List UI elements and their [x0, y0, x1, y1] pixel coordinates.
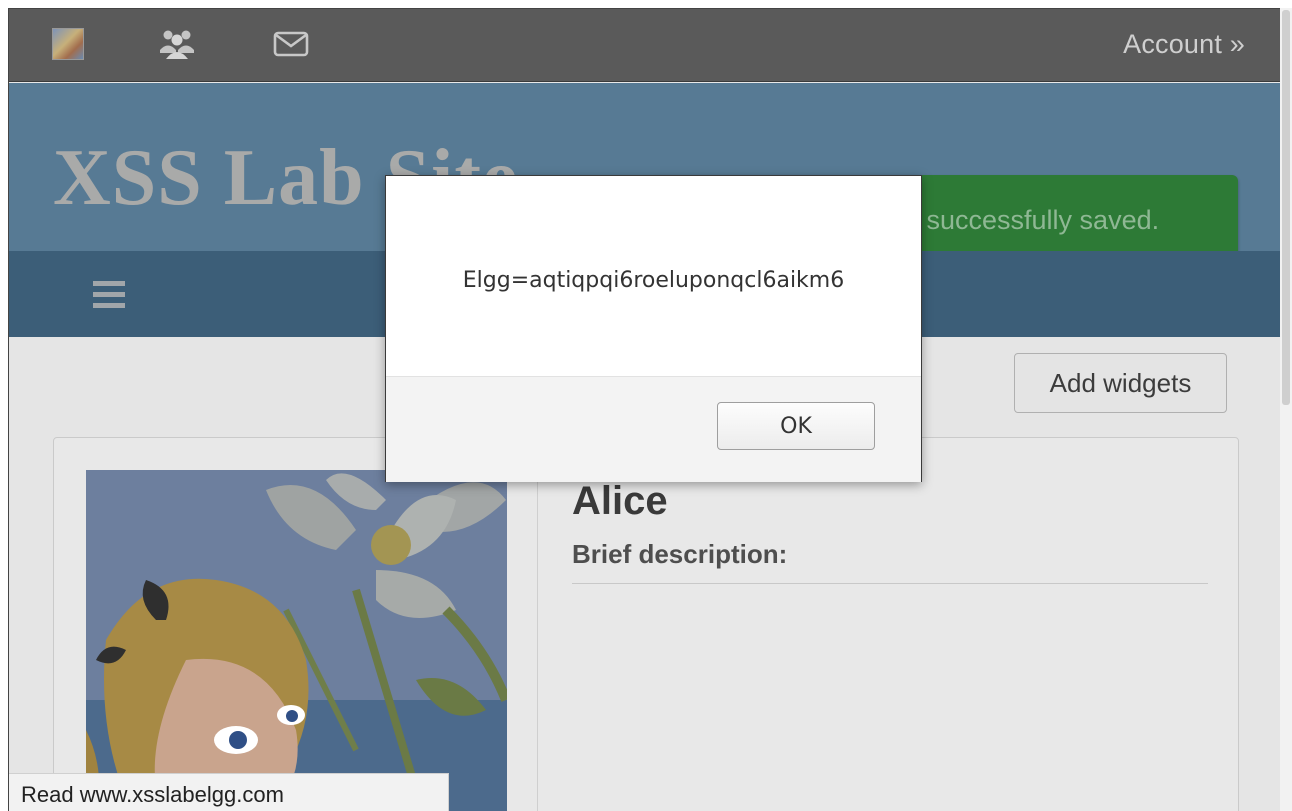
profile-photo[interactable] [86, 470, 507, 811]
scrollbar-thumb[interactable] [1282, 10, 1290, 405]
scrollbar[interactable] [1280, 8, 1292, 811]
friends-icon[interactable] [159, 27, 195, 61]
hamburger-icon[interactable] [93, 281, 127, 309]
status-text: Read www.xsslabelgg.com [21, 782, 284, 807]
profile-name[interactable]: Alice [572, 479, 668, 524]
divider [572, 583, 1208, 584]
envelope-icon[interactable] [271, 27, 311, 61]
user-avatar-icon[interactable] [51, 27, 85, 61]
alert-message: Elgg=aqtiqpqi6roeluponqcl6aikm6 [462, 268, 845, 293]
alert-footer: OK [386, 376, 921, 482]
ok-button[interactable]: OK [717, 402, 875, 450]
top-bar: Account » [9, 9, 1280, 82]
alert-dialog: Elgg=aqtiqpqi6roeluponqcl6aikm6 OK [385, 175, 922, 482]
brief-description-label: Brief description: [572, 539, 788, 569]
account-link[interactable]: Account » [1123, 29, 1245, 60]
add-widgets-button[interactable]: Add widgets [1014, 353, 1227, 413]
browser-viewport: Account » XSS Lab Site Your profile was … [8, 8, 1280, 811]
status-bar: Read www.xsslabelgg.com [9, 773, 449, 811]
